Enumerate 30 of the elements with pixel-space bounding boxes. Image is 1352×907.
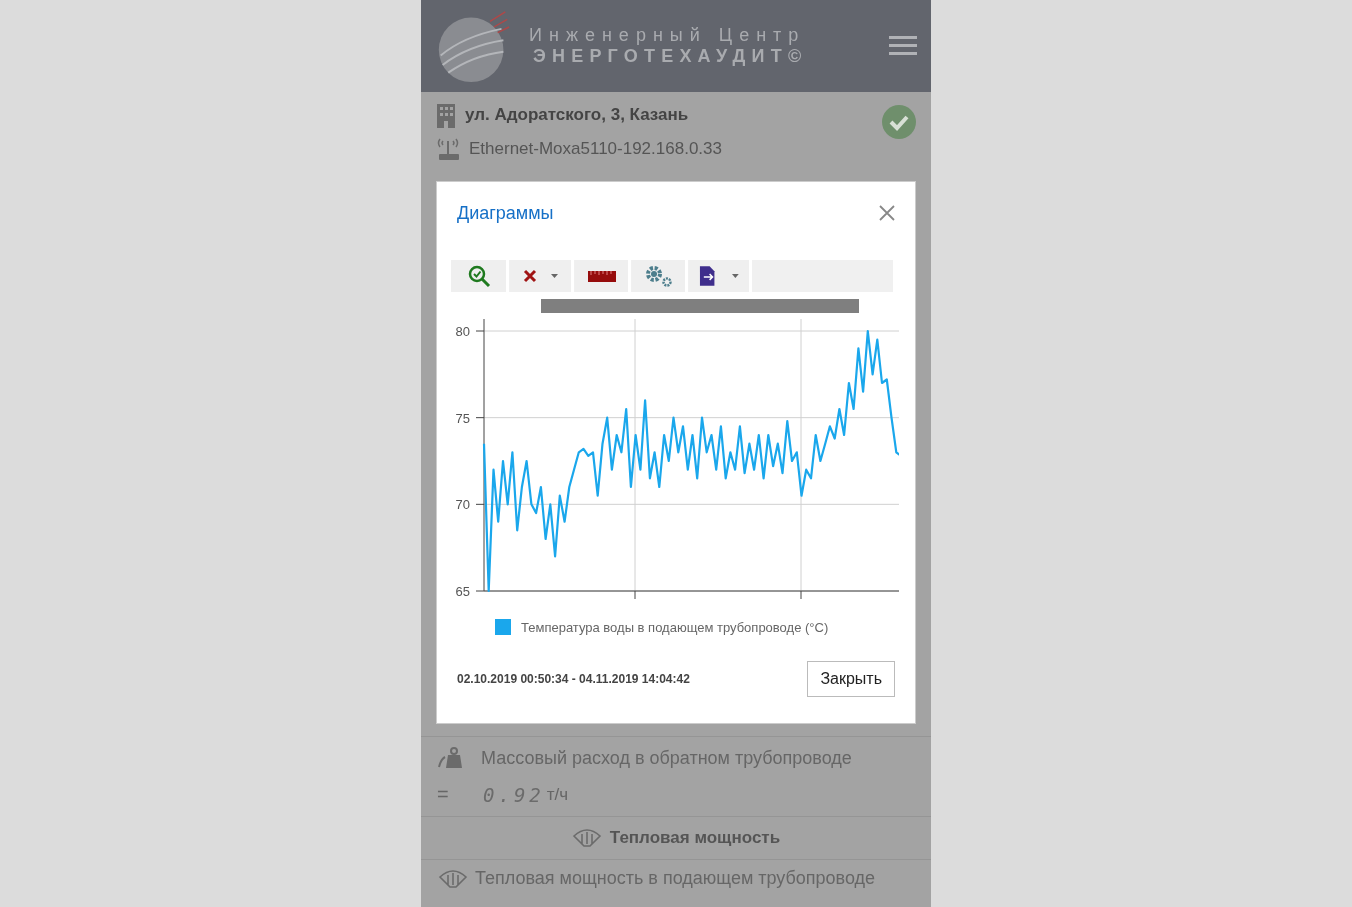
close-icon[interactable] xyxy=(879,205,895,221)
y-tick-label: 65 xyxy=(455,584,470,599)
magnifier-check-icon xyxy=(466,264,491,288)
radiator-icon xyxy=(571,828,602,848)
measure-label: Массовый расход в обратном трубопроводе xyxy=(481,747,852,769)
menu-icon[interactable] xyxy=(889,36,917,56)
router-icon xyxy=(435,136,461,162)
period-range: 02.10.2019 00:50:34 - 04.11.2019 14:04:42 xyxy=(457,672,690,686)
connection-name: Ethernet-Moxa5110-192.168.0.33 xyxy=(469,139,722,159)
y-tick-label: 75 xyxy=(455,410,470,426)
weight-icon xyxy=(437,747,463,769)
equals-sign: = xyxy=(437,783,450,806)
dialog-title: Диаграммы xyxy=(457,202,554,224)
gears-icon xyxy=(643,264,674,288)
legend-label: Температура воды в подающем трубопроводе (°C) xyxy=(521,619,829,635)
section-title: Тепловая мощность xyxy=(609,828,781,848)
company-brand: ЭНЕРГОТЕХАУДИТ© xyxy=(532,46,809,67)
caret-icon xyxy=(551,274,558,278)
close-button[interactable]: Закрыть xyxy=(807,661,895,697)
building-icon xyxy=(435,102,457,128)
company-name: Инженерный Центр xyxy=(529,25,807,46)
measure-value: 0.92 xyxy=(483,783,545,806)
ruler-icon xyxy=(587,269,616,283)
y-tick-label: 70 xyxy=(455,497,470,513)
y-tick-label: 80 xyxy=(455,324,470,339)
radiator-icon xyxy=(437,868,469,889)
close-icon xyxy=(523,269,537,283)
caret-icon xyxy=(732,274,739,278)
object-address: ул. Адоратского, 3, Казань xyxy=(465,105,690,125)
measure-unit: т/ч xyxy=(546,784,569,805)
